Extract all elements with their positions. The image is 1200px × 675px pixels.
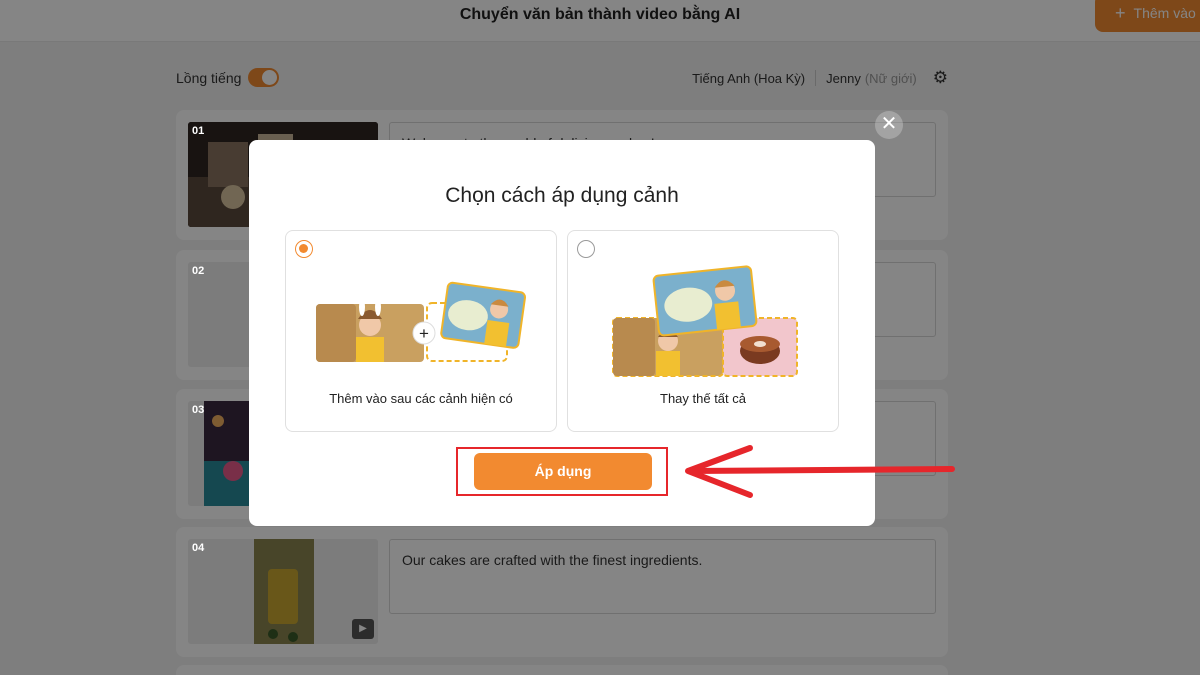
scene-number: 02 bbox=[192, 265, 205, 277]
scene-number: 04 bbox=[192, 542, 205, 554]
replace-illustration bbox=[612, 265, 798, 377]
option-replace-all[interactable]: Thay thế tất cả bbox=[567, 230, 839, 432]
scene-number: 01 bbox=[192, 125, 205, 137]
append-illustration: + bbox=[316, 281, 526, 362]
svg-text:+: + bbox=[419, 324, 429, 343]
close-icon[interactable]: ✕ bbox=[875, 111, 903, 139]
option-append-scenes[interactable]: + Thêm vào sau các cảnh hiện có bbox=[285, 230, 557, 432]
annotation-arrow-icon bbox=[685, 445, 955, 498]
option-replace-label: Thay thế tất cả bbox=[660, 391, 746, 406]
scene-number: 03 bbox=[192, 404, 205, 416]
apply-button[interactable]: Áp dụng bbox=[474, 453, 652, 490]
dialog-title: Chọn cách áp dụng cảnh bbox=[445, 184, 679, 207]
option-append-label: Thêm vào sau các cảnh hiện có bbox=[329, 391, 513, 406]
